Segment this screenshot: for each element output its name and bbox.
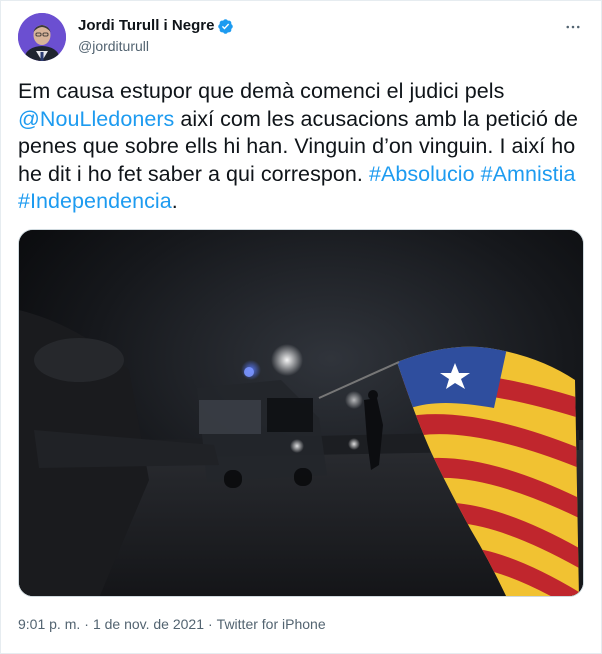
more-options-button[interactable] bbox=[559, 13, 587, 41]
tweet-time[interactable]: 9:01 p. m. bbox=[18, 615, 80, 633]
tweet-text-part: . bbox=[171, 189, 178, 213]
tweet-header: Jordi Turull i Negre @jorditurull bbox=[18, 13, 587, 65]
separator: · bbox=[208, 616, 213, 632]
photo-illustration bbox=[19, 230, 583, 596]
mention-link[interactable]: @NouLledoners bbox=[18, 107, 174, 131]
tweet-photo[interactable] bbox=[18, 229, 584, 597]
tweet-text: Em causa estupor que demà comenci el jud… bbox=[18, 78, 586, 216]
hashtag-link[interactable]: #Amnistia bbox=[481, 162, 576, 186]
hashtag-link[interactable]: #Independencia bbox=[18, 189, 172, 213]
hashtag-link[interactable]: #Absolucio bbox=[369, 162, 475, 186]
tweet-source: Twitter for iPhone bbox=[216, 616, 326, 632]
author-info: Jordi Turull i Negre @jorditurull bbox=[78, 17, 234, 55]
author-handle[interactable]: @jorditurull bbox=[78, 38, 234, 55]
tweet-card: Jordi Turull i Negre @jorditurull Em cau… bbox=[0, 0, 602, 654]
author-name-row[interactable]: Jordi Turull i Negre bbox=[78, 17, 234, 35]
avatar[interactable] bbox=[18, 13, 66, 61]
tweet-text-part: Em causa estupor que demà comenci el jud… bbox=[18, 79, 505, 103]
author-display-name[interactable]: Jordi Turull i Negre bbox=[78, 17, 214, 35]
tweet-metadata: 9:01 p. m. · 1 de nov. de 2021 · Twitter… bbox=[18, 615, 326, 633]
more-horizontal-icon bbox=[566, 25, 580, 29]
verified-badge-icon bbox=[217, 18, 234, 35]
tweet-date[interactable]: 1 de nov. de 2021 bbox=[93, 615, 204, 633]
separator: · bbox=[84, 616, 89, 632]
